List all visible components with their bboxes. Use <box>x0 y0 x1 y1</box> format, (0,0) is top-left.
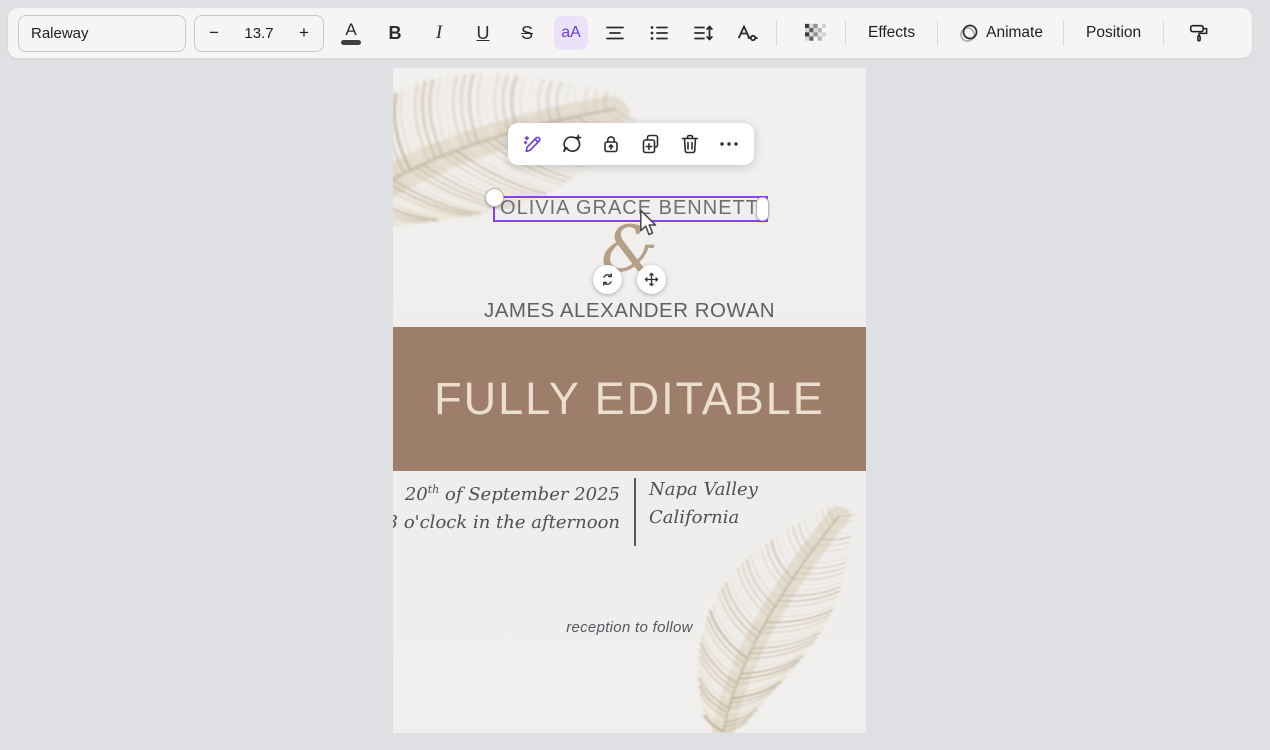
date-time-text[interactable]: 20th of September 2025 3 o'clock in the … <box>393 476 620 537</box>
magic-edit-button[interactable] <box>521 132 545 156</box>
transparency-icon <box>805 22 827 44</box>
text-case-button[interactable]: aA <box>554 16 588 50</box>
letter-format-icon <box>736 22 758 44</box>
groom-name-text[interactable]: JAMES ALEXANDER ROWAN <box>393 299 866 323</box>
text-selection-box[interactable] <box>493 196 768 222</box>
paint-roller-icon <box>1188 22 1210 44</box>
delete-button[interactable] <box>678 132 702 156</box>
italic-icon: I <box>436 22 442 44</box>
magic-edit-icon <box>521 132 545 156</box>
animate-label: Animate <box>986 24 1043 42</box>
align-center-button[interactable] <box>598 16 632 50</box>
toolbar-divider <box>1063 20 1064 46</box>
resize-handle[interactable] <box>756 197 769 221</box>
bullet-list-button[interactable] <box>642 16 676 50</box>
underline-icon: U <box>477 23 490 44</box>
effects-button[interactable]: Effects <box>858 24 925 42</box>
element-context-toolbar <box>508 123 754 165</box>
pampas-grass-bottom-right[interactable] <box>696 497 866 733</box>
font-size-value[interactable]: 13.7 <box>233 25 285 42</box>
ampersand-text[interactable]: & <box>393 218 866 282</box>
move-handle[interactable] <box>637 265 666 294</box>
banner-text: FULLY EDITABLE <box>434 373 825 425</box>
strikethrough-icon: S <box>521 23 533 44</box>
duplicate-icon <box>639 132 663 156</box>
lock-icon <box>599 132 623 156</box>
banner-element[interactable]: FULLY EDITABLE <box>393 327 866 471</box>
toolbar-divider <box>937 20 938 46</box>
text-case-icon: aA <box>561 24 581 42</box>
letter-format-button[interactable] <box>730 16 764 50</box>
corner-resize-handle[interactable] <box>485 188 504 207</box>
move-handle-icon <box>643 271 660 288</box>
duplicate-button[interactable] <box>639 132 663 156</box>
more-options-button[interactable] <box>717 132 741 156</box>
design-page[interactable]: OLIVIA GRACE BENNETT & JAMES ALEXANDER R… <box>393 68 866 733</box>
more-icon <box>717 132 741 156</box>
toolbar-divider <box>1163 20 1164 46</box>
font-size-stepper: − 13.7 + <box>194 15 324 52</box>
editor-workspace: Raleway − 13.7 + A B I U S aA <box>0 0 1270 750</box>
trash-icon <box>678 132 702 156</box>
bullet-list-icon <box>648 22 670 44</box>
text-color-icon: A <box>341 21 361 45</box>
line-spacing-icon <box>692 22 714 44</box>
underline-button[interactable]: U <box>466 16 500 50</box>
top-toolbar: Raleway − 13.7 + A B I U S aA <box>8 8 1252 58</box>
italic-button[interactable]: I <box>422 16 456 50</box>
font-size-decrease-button[interactable]: − <box>195 23 233 43</box>
comment-add-icon <box>560 132 584 156</box>
animate-button[interactable]: Animate <box>950 22 1051 44</box>
bold-icon: B <box>389 23 402 44</box>
font-family-selector[interactable]: Raleway <box>18 15 186 52</box>
column-divider[interactable] <box>634 478 636 546</box>
rotate-handle-icon <box>599 271 616 288</box>
venue-text[interactable]: Napa Valley California <box>649 476 758 532</box>
position-button[interactable]: Position <box>1076 24 1151 42</box>
strikethrough-button[interactable]: S <box>510 16 544 50</box>
text-color-button[interactable]: A <box>334 16 368 50</box>
copy-style-button[interactable] <box>1182 16 1216 50</box>
align-center-icon <box>604 22 626 44</box>
font-size-increase-button[interactable]: + <box>285 23 323 43</box>
animate-icon <box>958 22 980 44</box>
transparency-button[interactable] <box>799 16 833 50</box>
toolbar-divider <box>776 20 777 46</box>
bold-button[interactable]: B <box>378 16 412 50</box>
comment-add-button[interactable] <box>560 132 584 156</box>
lock-button[interactable] <box>599 132 623 156</box>
reception-note-text[interactable]: reception to follow <box>393 619 866 636</box>
toolbar-divider <box>845 20 846 46</box>
rotate-handle[interactable] <box>593 265 622 294</box>
line-spacing-button[interactable] <box>686 16 720 50</box>
font-family-value: Raleway <box>31 25 89 42</box>
